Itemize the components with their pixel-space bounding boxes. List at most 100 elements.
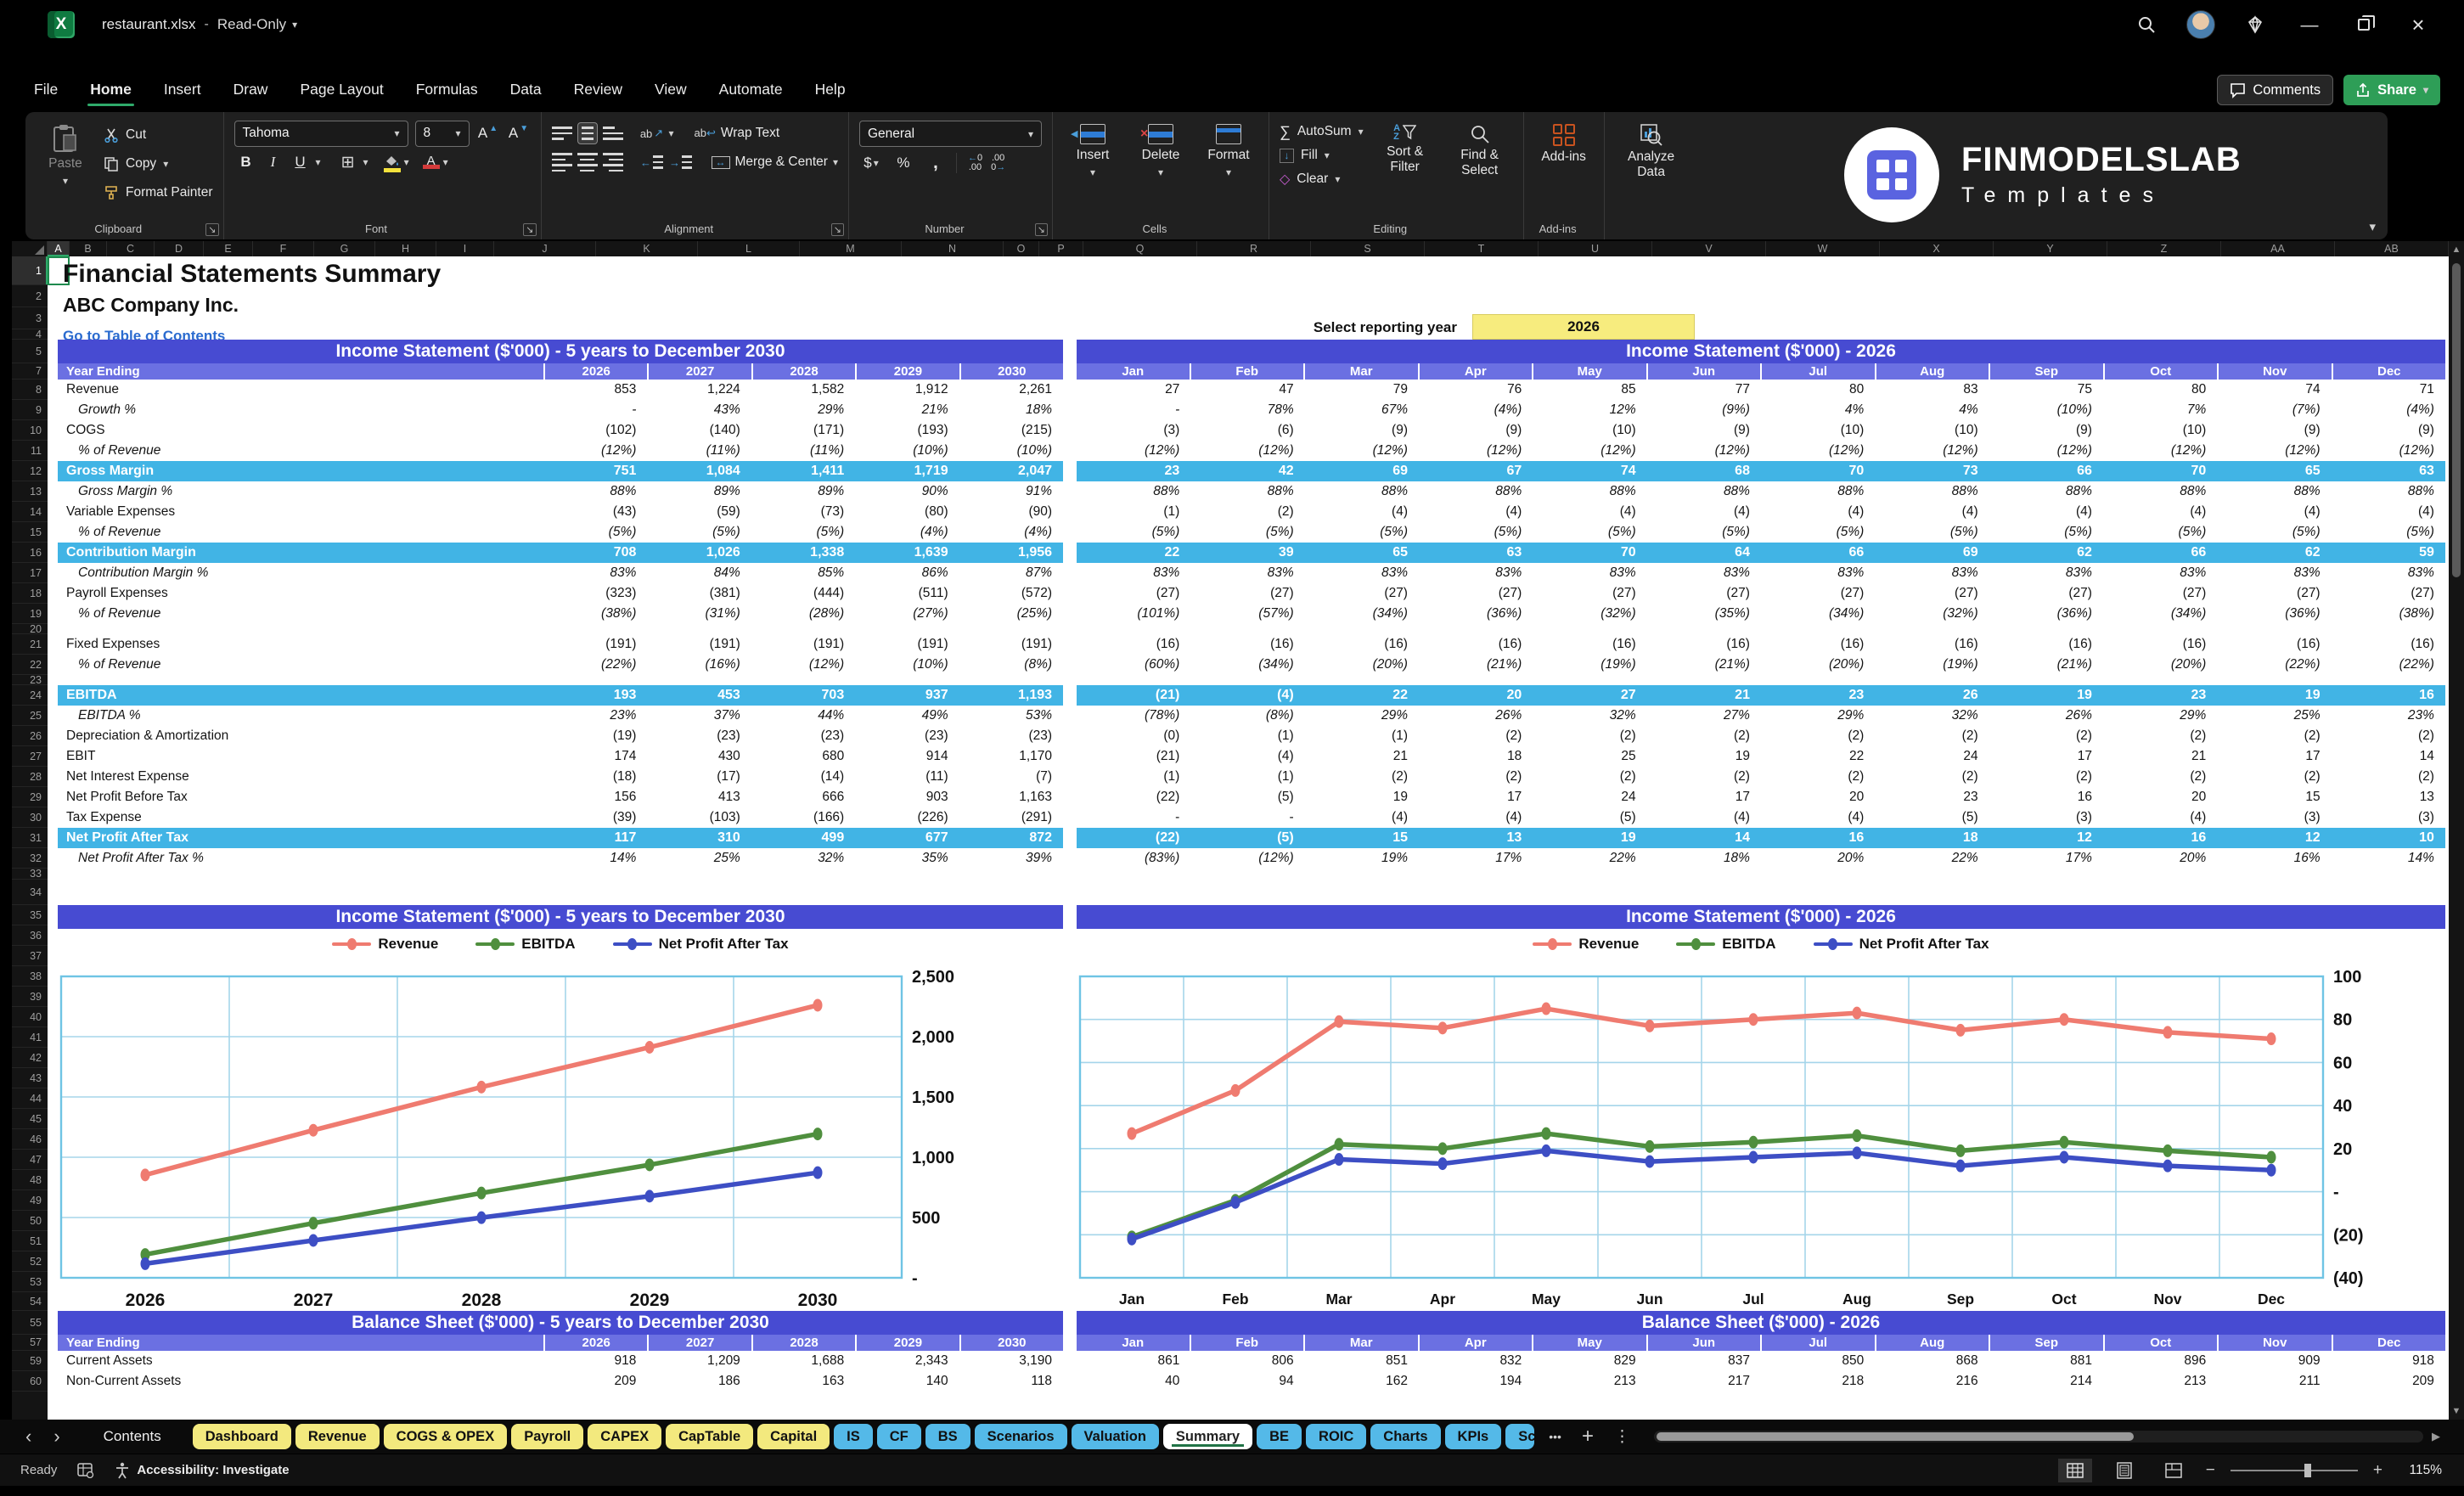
cell[interactable]: 86% (855, 565, 959, 581)
cell[interactable]: (32%) (1533, 606, 1646, 621)
column-header-B[interactable]: B (70, 241, 107, 256)
orientation-button[interactable]: ab↗ (640, 121, 664, 146)
cell[interactable]: (20%) (1305, 657, 1419, 672)
cell[interactable]: (12%) (1761, 443, 1875, 458)
cell[interactable]: 64 (1647, 545, 1761, 560)
cell[interactable]: (2) (2103, 728, 2217, 744)
cell[interactable]: 88% (2103, 484, 2217, 499)
cell[interactable]: (12%) (1305, 443, 1419, 458)
cell[interactable]: 22% (1533, 851, 1646, 866)
cell[interactable]: (8%) (959, 657, 1063, 672)
cell[interactable]: 918 (2332, 1353, 2445, 1369)
cell[interactable]: 84% (647, 565, 751, 581)
cell[interactable]: 77 (1647, 382, 1761, 397)
column-header-feb[interactable]: Feb (1190, 1335, 1304, 1351)
page-layout-view-button[interactable] (2107, 1459, 2141, 1482)
cell[interactable]: 1,163 (959, 790, 1063, 805)
column-header-dec[interactable]: Dec (2332, 1335, 2446, 1351)
cell[interactable]: (191) (855, 637, 959, 652)
cell[interactable]: 25% (2217, 708, 2331, 723)
cell[interactable]: 174 (543, 749, 647, 764)
column-header-P[interactable]: P (1039, 241, 1083, 256)
zoom-slider[interactable] (2231, 1470, 2358, 1471)
tab-overflow-button[interactable]: ••• (1549, 1430, 1561, 1443)
cell[interactable]: (10%) (1989, 402, 2103, 418)
font-color-button[interactable]: A (423, 155, 440, 169)
cell[interactable]: 13 (2332, 790, 2445, 805)
cell[interactable]: (3) (1989, 810, 2103, 825)
cell[interactable]: (2) (1533, 769, 1646, 785)
page-break-view-button[interactable] (2157, 1459, 2191, 1482)
vertical-scroll-thumb[interactable] (2452, 263, 2461, 577)
cell[interactable]: 4% (1875, 402, 1989, 418)
cell[interactable]: (38%) (543, 606, 647, 621)
cell[interactable]: (27) (1077, 586, 1190, 601)
sheet-tab-payroll[interactable]: Payroll (511, 1424, 583, 1449)
cell[interactable]: 83% (2332, 565, 2445, 581)
sheet-tab-scenarios[interactable]: Scenarios (975, 1424, 1067, 1449)
cell[interactable]: 88% (1190, 484, 1304, 499)
row-header-33[interactable]: 33 (12, 869, 48, 880)
cell[interactable]: (2) (2332, 769, 2445, 785)
column-header-V[interactable]: V (1652, 241, 1766, 256)
cell[interactable]: (12%) (1190, 851, 1304, 866)
cell[interactable]: 19 (1305, 790, 1419, 805)
cell[interactable]: 18% (1647, 851, 1761, 866)
column-header-J[interactable]: J (494, 241, 596, 256)
cell[interactable]: 83% (1305, 565, 1419, 581)
align-center-button[interactable] (577, 153, 598, 172)
row-label[interactable]: Revenue (58, 382, 543, 397)
cell[interactable]: 83% (2217, 565, 2331, 581)
cell[interactable]: 12 (2217, 830, 2331, 846)
cell[interactable]: 16 (1761, 830, 1875, 846)
cell[interactable]: (4) (1875, 504, 1989, 520)
cell[interactable]: (10%) (855, 657, 959, 672)
cell[interactable]: (4) (1190, 688, 1304, 703)
row-header-10[interactable]: 10 (12, 420, 48, 441)
cell[interactable]: (22%) (2217, 657, 2331, 672)
cell[interactable]: (19%) (1533, 657, 1646, 672)
cell[interactable]: 14% (543, 851, 647, 866)
column-header-jul[interactable]: Jul (1760, 1335, 1875, 1351)
cell[interactable]: 413 (647, 790, 751, 805)
cell[interactable]: (27) (2103, 586, 2217, 601)
row-header-54[interactable]: 54 (12, 1292, 48, 1311)
cell[interactable]: (11%) (751, 443, 855, 458)
excel-app-icon[interactable]: X (48, 11, 75, 38)
cell[interactable]: 65 (1305, 545, 1419, 560)
cell[interactable]: (5%) (1077, 525, 1190, 540)
cell[interactable]: (12%) (751, 657, 855, 672)
sheet-tab-bs[interactable]: BS (925, 1424, 970, 1449)
cell[interactable]: (4%) (855, 525, 959, 540)
row-header-3[interactable]: 3 (12, 307, 48, 329)
cell[interactable]: (2) (1419, 769, 1533, 785)
scroll-up-icon[interactable]: ▲ (2452, 241, 2461, 258)
cell[interactable]: 211 (2217, 1374, 2331, 1389)
account-avatar[interactable] (2174, 6, 2228, 43)
cell[interactable]: 16 (2332, 688, 2445, 703)
cell[interactable]: 26 (1875, 688, 1989, 703)
cell[interactable]: 88% (1305, 484, 1419, 499)
zoom-out-button[interactable]: − (2206, 1461, 2215, 1480)
cell[interactable]: (2) (1647, 728, 1761, 744)
autosum-button[interactable]: ∑ AutoSum ▾ (1280, 121, 1364, 143)
row-header-14[interactable]: 14 (12, 502, 48, 522)
cell[interactable]: (10) (2103, 423, 2217, 438)
cell[interactable]: (9) (1305, 423, 1419, 438)
cell[interactable]: 29% (1305, 708, 1419, 723)
sheet-tab-dashboard[interactable]: Dashboard (193, 1424, 291, 1449)
comma-style-button[interactable]: , (924, 150, 948, 176)
column-header-2030[interactable]: 2030 (959, 363, 1063, 380)
zoom-slider-thumb[interactable] (2304, 1464, 2311, 1477)
column-header-U[interactable]: U (1539, 241, 1652, 256)
cell[interactable]: (22%) (543, 657, 647, 672)
row-header-5[interactable]: 5 (12, 340, 48, 363)
cell[interactable]: (20%) (2103, 657, 2217, 672)
cell[interactable]: 66 (1989, 464, 2103, 479)
column-header-S[interactable]: S (1311, 241, 1425, 256)
row-header-11[interactable]: 11 (12, 441, 48, 461)
cell[interactable]: 499 (751, 830, 855, 846)
cell[interactable]: 73 (1875, 464, 1989, 479)
cell[interactable]: 209 (2332, 1374, 2445, 1389)
column-header-may[interactable]: May (1532, 363, 1646, 380)
